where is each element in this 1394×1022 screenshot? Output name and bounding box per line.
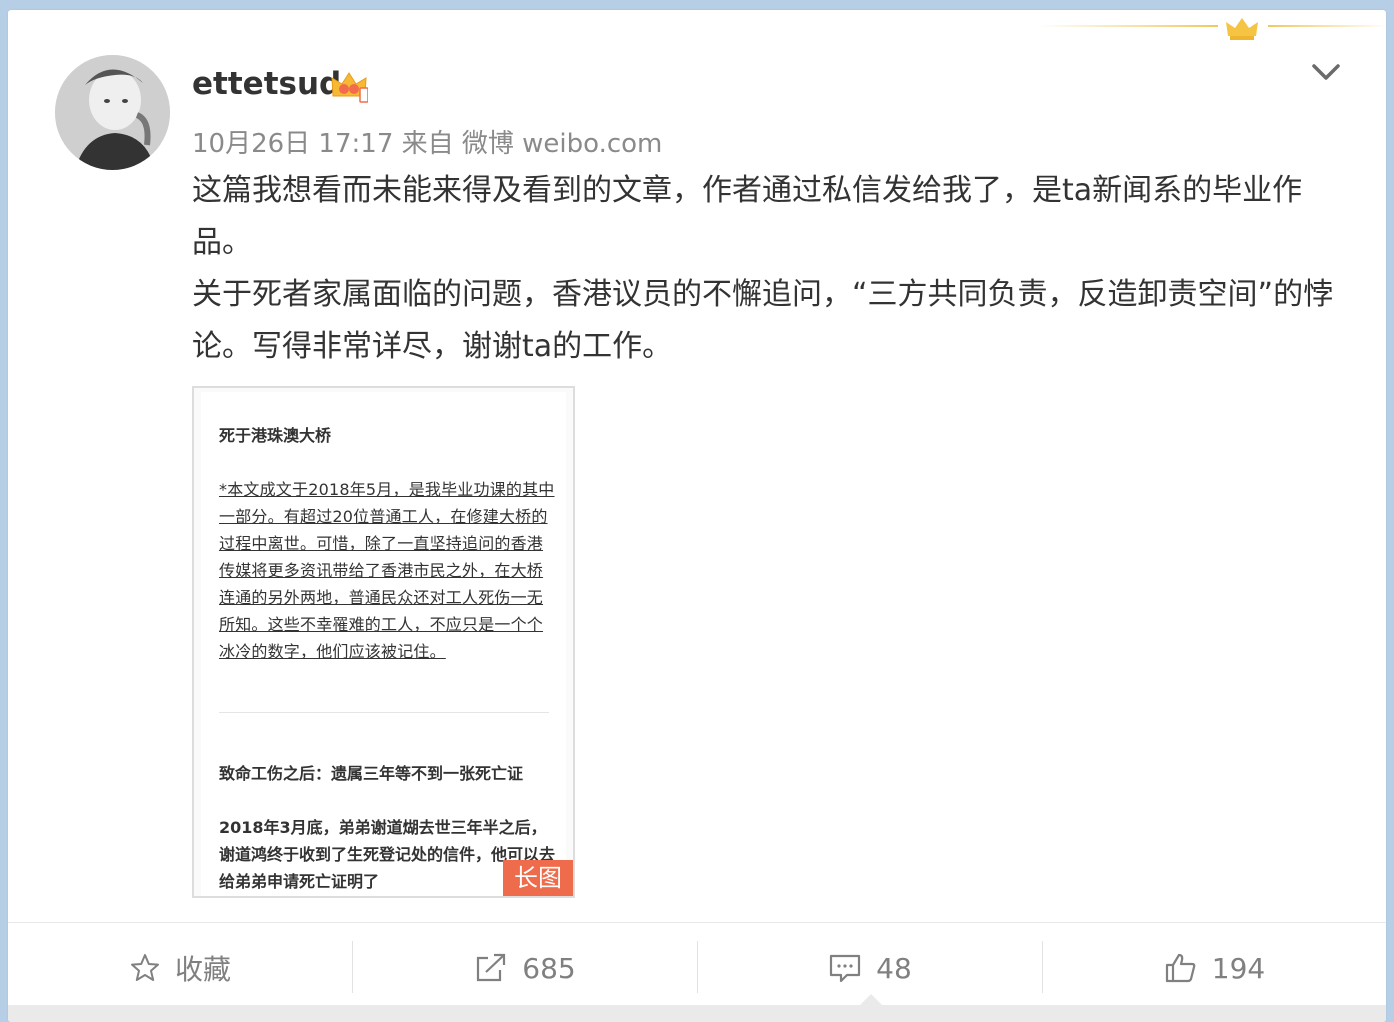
post-text: 这篇我想看而未能来得及看到的文章，作者通过私信发给我了，是ta新闻系的毕业作品。… xyxy=(192,165,1352,373)
image-divider xyxy=(219,712,549,713)
post-text-paragraph: 关于死者家属面临的问题，香港议员的不懈追问，“三方共同负责，反造卸责空间”的悖论… xyxy=(192,277,1334,364)
favorite-button[interactable]: 收藏 xyxy=(8,923,352,1013)
thumbs-up-icon xyxy=(1165,953,1196,983)
weibo-post-card: ettetsud 10月26日 17:17 来自 微博 weibo.com 这篇… xyxy=(8,10,1386,1022)
favorite-label: 收藏 xyxy=(174,953,231,986)
repost-count: 685 xyxy=(522,951,576,985)
comment-pointer xyxy=(860,994,882,1005)
long-image-badge: 长图 xyxy=(503,860,573,896)
share-icon xyxy=(477,953,506,982)
crown-decoration-icon xyxy=(1226,18,1258,40)
image-heading: 致命工伤之后：遗属三年等不到一张死亡证 xyxy=(219,764,524,783)
like-count: 194 xyxy=(1211,951,1266,985)
crown-icon[interactable] xyxy=(330,70,368,104)
chevron-down-icon[interactable] xyxy=(1308,54,1344,90)
comment-count: 48 xyxy=(876,951,912,985)
comment-icon xyxy=(830,954,861,983)
post-text-paragraph: 这篇我想看而未能来得及看到的文章，作者通过私信发给我了，是ta新闻系的毕业作品。 xyxy=(192,173,1303,260)
image-page: 死于港珠澳大桥 *本文成文于2018年5月，是我毕业功课的其中一部分。有超过20… xyxy=(201,392,566,896)
repost-button[interactable]: 685 xyxy=(353,923,697,1013)
username-link[interactable]: ettetsud xyxy=(192,66,341,102)
long-image-thumbnail[interactable]: 死于港珠澳大桥 *本文成文于2018年5月，是我毕业功课的其中一部分。有超过20… xyxy=(192,386,575,898)
image-intro: *本文成文于2018年5月，是我毕业功课的其中一部分。有超过20位普通工人，在修… xyxy=(219,480,555,661)
action-bar: 收藏 685 48 194 xyxy=(8,922,1386,1013)
avatar[interactable] xyxy=(55,55,170,170)
comment-area-strip xyxy=(8,1005,1386,1022)
star-icon xyxy=(130,954,159,981)
like-button[interactable]: 194 xyxy=(1043,923,1386,1013)
header-decoration-line-right xyxy=(1268,25,1386,27)
header-decoration-line xyxy=(1038,25,1218,27)
post-meta: 10月26日 17:17 来自 微博 weibo.com xyxy=(192,129,663,159)
image-title: 死于港珠澳大桥 xyxy=(219,426,332,445)
